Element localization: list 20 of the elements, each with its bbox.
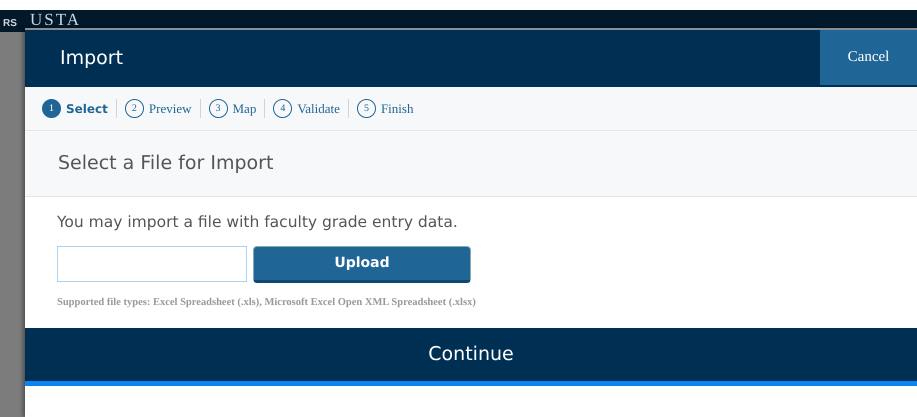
step-label[interactable]: Map — [232, 102, 256, 116]
supported-types-text: Supported file types: Excel Spreadsheet (.xls), Microsoft Excel Open XML Spreadsheet (.xlsx) — [57, 296, 477, 310]
dialog-title: Import — [60, 46, 124, 72]
cancel-button[interactable]: Cancel — [820, 30, 917, 85]
logo-text: USTA — [30, 11, 82, 28]
step-label[interactable]: Select — [66, 102, 108, 116]
step-number: 5 — [356, 99, 376, 118]
step-label[interactable]: Preview — [148, 102, 192, 116]
step-number: 1 — [42, 99, 61, 118]
step-number: 4 — [273, 99, 292, 118]
step-number: 3 — [208, 99, 228, 118]
step-number: 2 — [124, 99, 144, 118]
step-label[interactable]: Validate — [297, 102, 340, 116]
upload-button[interactable]: Upload — [253, 246, 471, 284]
step-label[interactable]: Finish — [380, 102, 414, 116]
file-input-field[interactable] — [57, 246, 247, 282]
continue-button[interactable]: Continue — [25, 328, 917, 386]
logo-subtext: RS — [3, 19, 17, 29]
description-text: You may import a file with faculty grade entry data. — [57, 212, 459, 233]
section-title: Select a File for Import — [25, 130, 917, 197]
